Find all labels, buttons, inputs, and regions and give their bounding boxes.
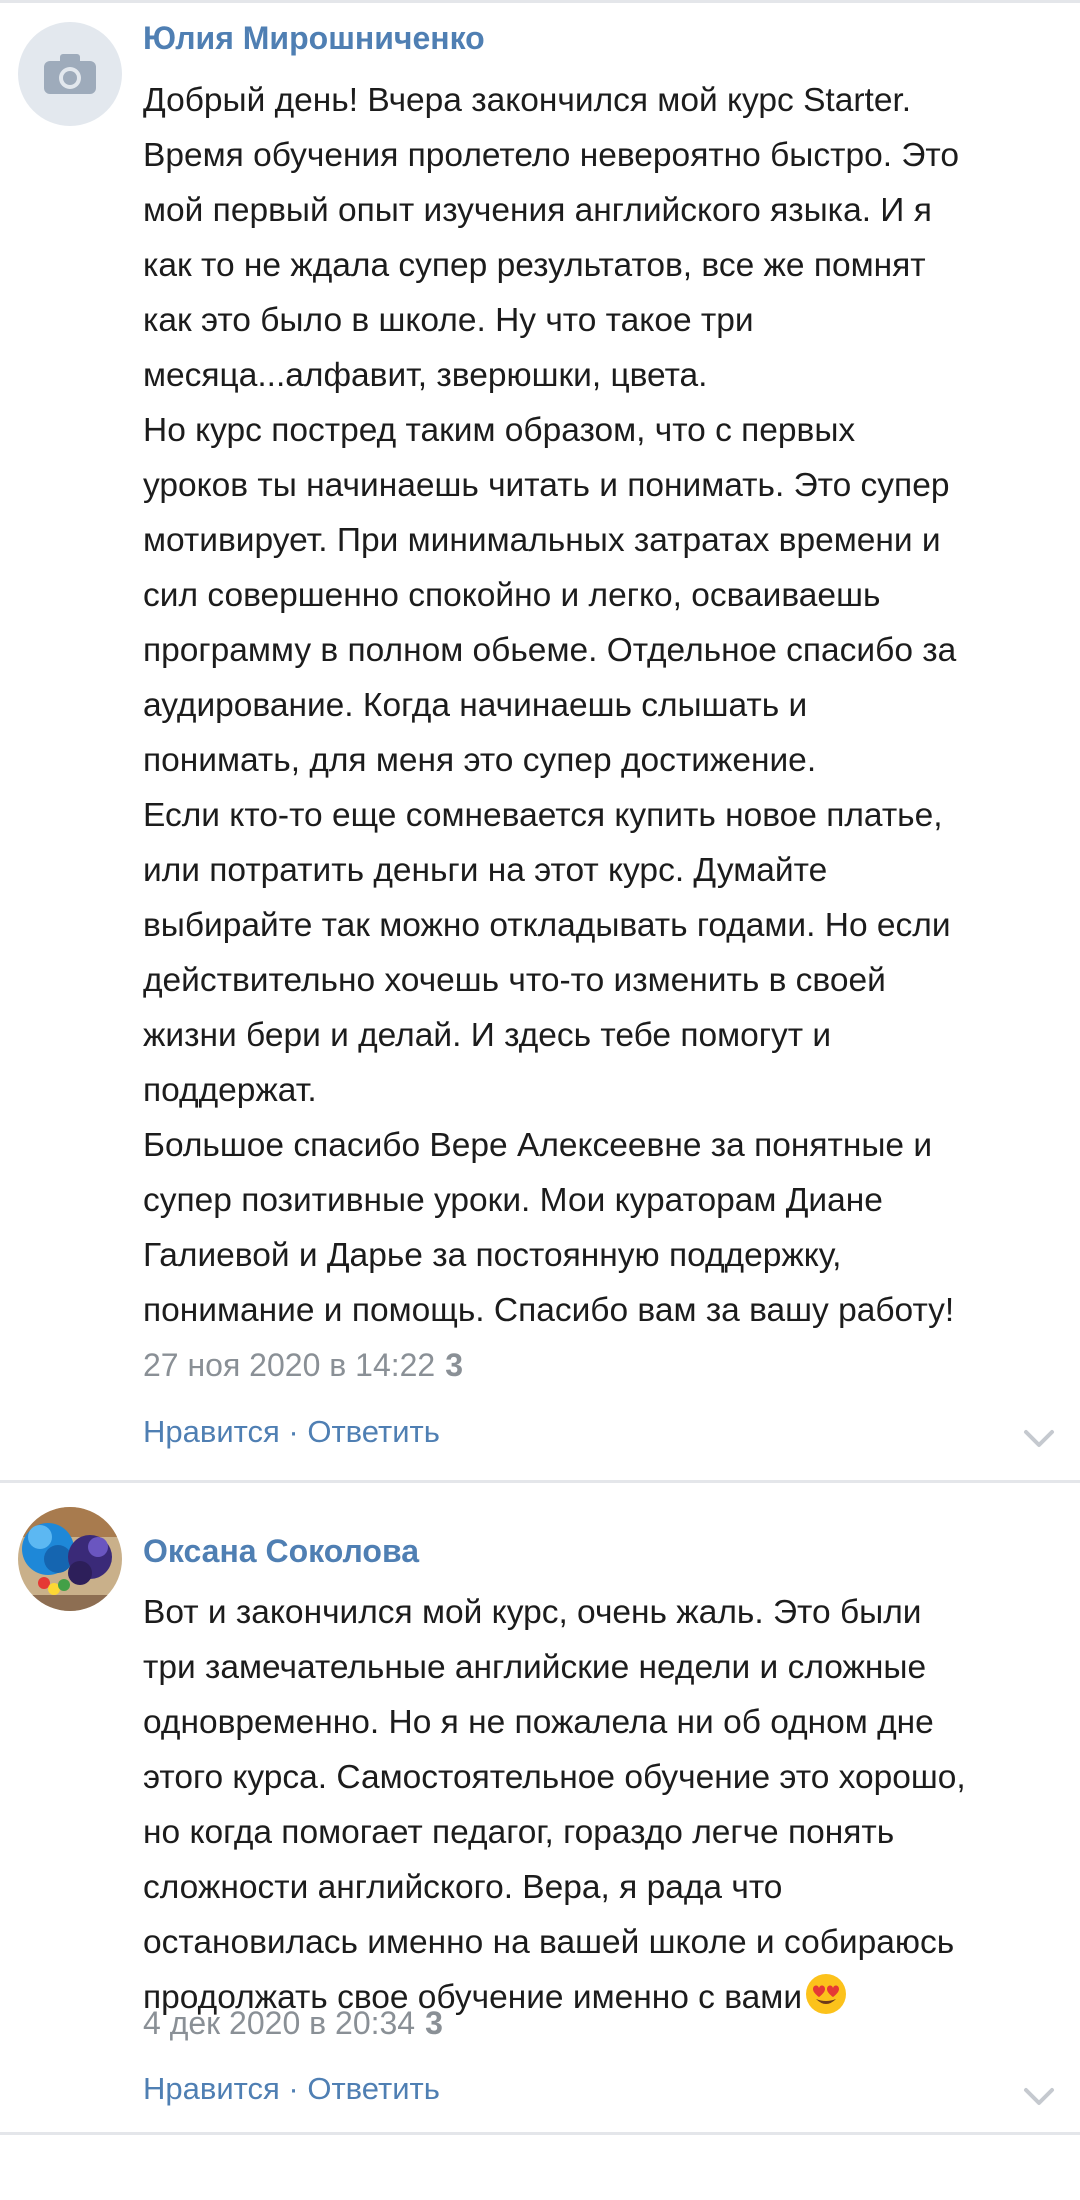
comment-author[interactable]: Оксана Соколова xyxy=(143,1533,419,1570)
comment-item: Юлия Мирошниченко Добрый день! Вчера зак… xyxy=(0,0,1080,1480)
comment-date[interactable]: 4 дек 2020 в 20:34 xyxy=(143,2005,415,2041)
flowers-photo xyxy=(18,1507,122,1611)
chevron-down-icon[interactable] xyxy=(1022,2086,1056,2108)
comment-item: Оксана Соколова Вот и закончился мой кур… xyxy=(0,1483,1080,2143)
action-separator: · xyxy=(279,1414,308,1449)
like-button[interactable]: Нравится xyxy=(143,1414,280,1449)
comment-text: Добрый день! Вчера закончился мой курс S… xyxy=(143,82,960,1329)
comment-text-body: Вот и закончился мой курс, очень жаль. Э… xyxy=(143,1594,966,2016)
comment-meta: 27 ноя 2020 в 14:22 3 xyxy=(143,1347,463,1384)
like-button[interactable]: Нравится xyxy=(143,2071,280,2106)
comment-actions: Нравится · Ответить xyxy=(143,2071,440,2107)
chevron-down-icon[interactable] xyxy=(1022,1428,1056,1450)
avatar[interactable] xyxy=(18,1507,122,1611)
bottom-divider xyxy=(0,2132,1080,2135)
reply-button[interactable]: Ответить xyxy=(307,1414,440,1449)
comment-date[interactable]: 27 ноя 2020 в 14:22 xyxy=(143,1347,435,1383)
comment-actions: Нравится · Ответить xyxy=(143,1414,440,1450)
avatar[interactable] xyxy=(18,22,122,126)
comments-page: Юлия Мирошниченко Добрый день! Вчера зак… xyxy=(0,0,1080,2200)
comment-text: Вот и закончился мой курс, очень жаль. Э… xyxy=(143,1585,1063,2025)
comment-author[interactable]: Юлия Мирошниченко xyxy=(143,20,485,57)
heart-eyes-emoji-icon xyxy=(806,1974,847,2014)
like-count: 3 xyxy=(445,1347,464,1383)
camera-icon xyxy=(44,54,96,94)
reply-button[interactable]: Ответить xyxy=(307,2071,440,2106)
comment-meta: 4 дек 2020 в 20:34 3 xyxy=(143,2005,443,2042)
action-separator: · xyxy=(279,2071,308,2106)
like-count: 3 xyxy=(425,2005,443,2041)
